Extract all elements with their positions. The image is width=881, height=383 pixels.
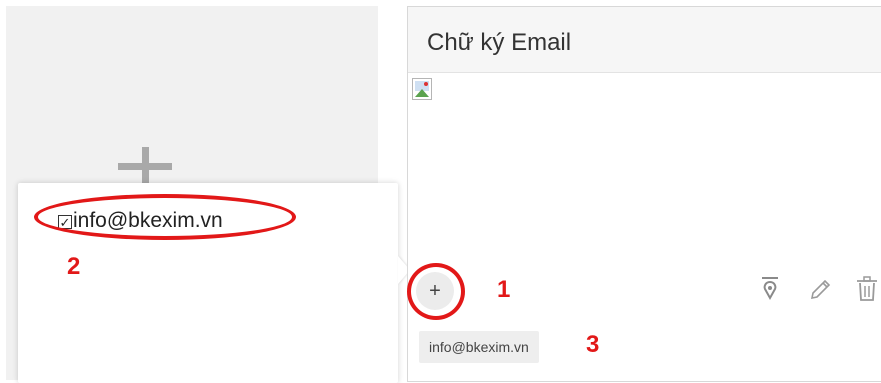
annotation-number-1: 1: [497, 276, 511, 303]
signature-card: Chữ ký Email: [407, 6, 881, 382]
annotation-number-2: 2: [67, 253, 81, 280]
email-popup: ✓ info@bkexim.vn: [18, 183, 398, 383]
annotation-number-3: 3: [586, 331, 600, 358]
add-button-label: +: [429, 279, 441, 302]
broken-image-icon: [412, 78, 432, 100]
email-option[interactable]: ✓ info@bkexim.vn: [58, 207, 223, 235]
card-header: Chữ ký Email: [408, 7, 881, 73]
trash-icon[interactable]: [855, 276, 879, 302]
pencil-icon[interactable]: [808, 278, 832, 302]
add-button[interactable]: +: [416, 272, 454, 310]
email-option-label: info@bkexim.vn: [73, 209, 223, 232]
plus-icon: [118, 147, 172, 187]
checkbox[interactable]: ✓: [58, 215, 72, 229]
card-title: Chữ ký Email: [427, 29, 572, 56]
email-tag-label: info@bkexim.vn: [429, 339, 529, 355]
pin-icon[interactable]: [760, 276, 780, 302]
email-tag: info@bkexim.vn: [419, 331, 539, 363]
